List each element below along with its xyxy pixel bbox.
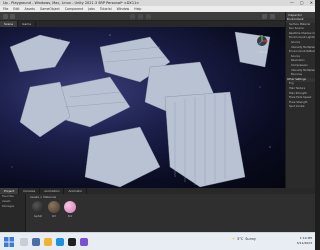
inspector-property[interactable]: Flare Fade Speed — [286, 96, 315, 101]
sidebar-item-packages[interactable]: Packages — [0, 204, 25, 209]
main-toolbar — [0, 12, 315, 21]
edge-icon[interactable] — [56, 238, 64, 246]
inspector-rows: Environment Surface Material Sun Source Rea… — [286, 18, 315, 110]
asset-asphalt-thumbnail[interactable] — [32, 201, 44, 213]
sun-icon: ☀ — [232, 237, 236, 241]
weather-text: Sunny — [245, 237, 256, 241]
project-sidebar: Favorites Assets Packages — [0, 194, 26, 232]
layout-dropdown[interactable] — [270, 14, 275, 19]
play-button[interactable] — [130, 14, 135, 19]
search-icon[interactable] — [20, 238, 28, 246]
weather-temp: 3°C — [237, 237, 244, 241]
layers-dropdown[interactable] — [262, 14, 267, 19]
account-icon[interactable] — [3, 14, 8, 19]
windows-start-icon[interactable] — [4, 237, 14, 247]
asset-asphalt-label: Asphalt — [33, 215, 43, 218]
unity-icon[interactable] — [68, 238, 76, 246]
window-title: Up - Playground - Windows, Mac, Linux - … — [3, 1, 140, 5]
app-icon[interactable] — [80, 238, 88, 246]
step-button[interactable] — [146, 14, 151, 19]
space-station-meshes — [9, 31, 271, 188]
asset-pink-thumbnail[interactable] — [64, 201, 76, 213]
cloud-icon[interactable] — [10, 14, 15, 19]
file-explorer-icon[interactable] — [44, 238, 52, 246]
taskbar-clock[interactable]: 1:19 PM 3/11/2023 — [297, 236, 312, 245]
scene-render: < Persp — [9, 31, 271, 188]
asset-dirt-label: Dirt — [51, 215, 57, 218]
inspector-property[interactable]: Spot Cookie — [286, 105, 315, 110]
pause-button[interactable] — [138, 14, 143, 19]
breadcrumb[interactable]: Assets > Materials — [30, 195, 56, 199]
clock-date: 3/11/2023 — [296, 240, 312, 245]
weather-widget[interactable]: ☀ 3°C Sunny — [232, 237, 256, 241]
persp-label[interactable]: < Persp — [256, 50, 268, 54]
project-panel: Favorites Assets Packages Assets > Mater… — [0, 194, 315, 232]
scene-view[interactable]: < Persp — [0, 27, 285, 188]
inspector-panel: Inspector Environment Surface Material Sun… — [285, 12, 315, 188]
task-view-icon[interactable] — [32, 238, 40, 246]
asset-dirt-thumbnail[interactable] — [48, 201, 60, 213]
asset-pink-label: Pink — [67, 215, 73, 218]
play-controls — [130, 14, 151, 19]
windows-taskbar: ☀ 3°C Sunny 1:19 PM 3/11/2023 — [0, 232, 315, 250]
